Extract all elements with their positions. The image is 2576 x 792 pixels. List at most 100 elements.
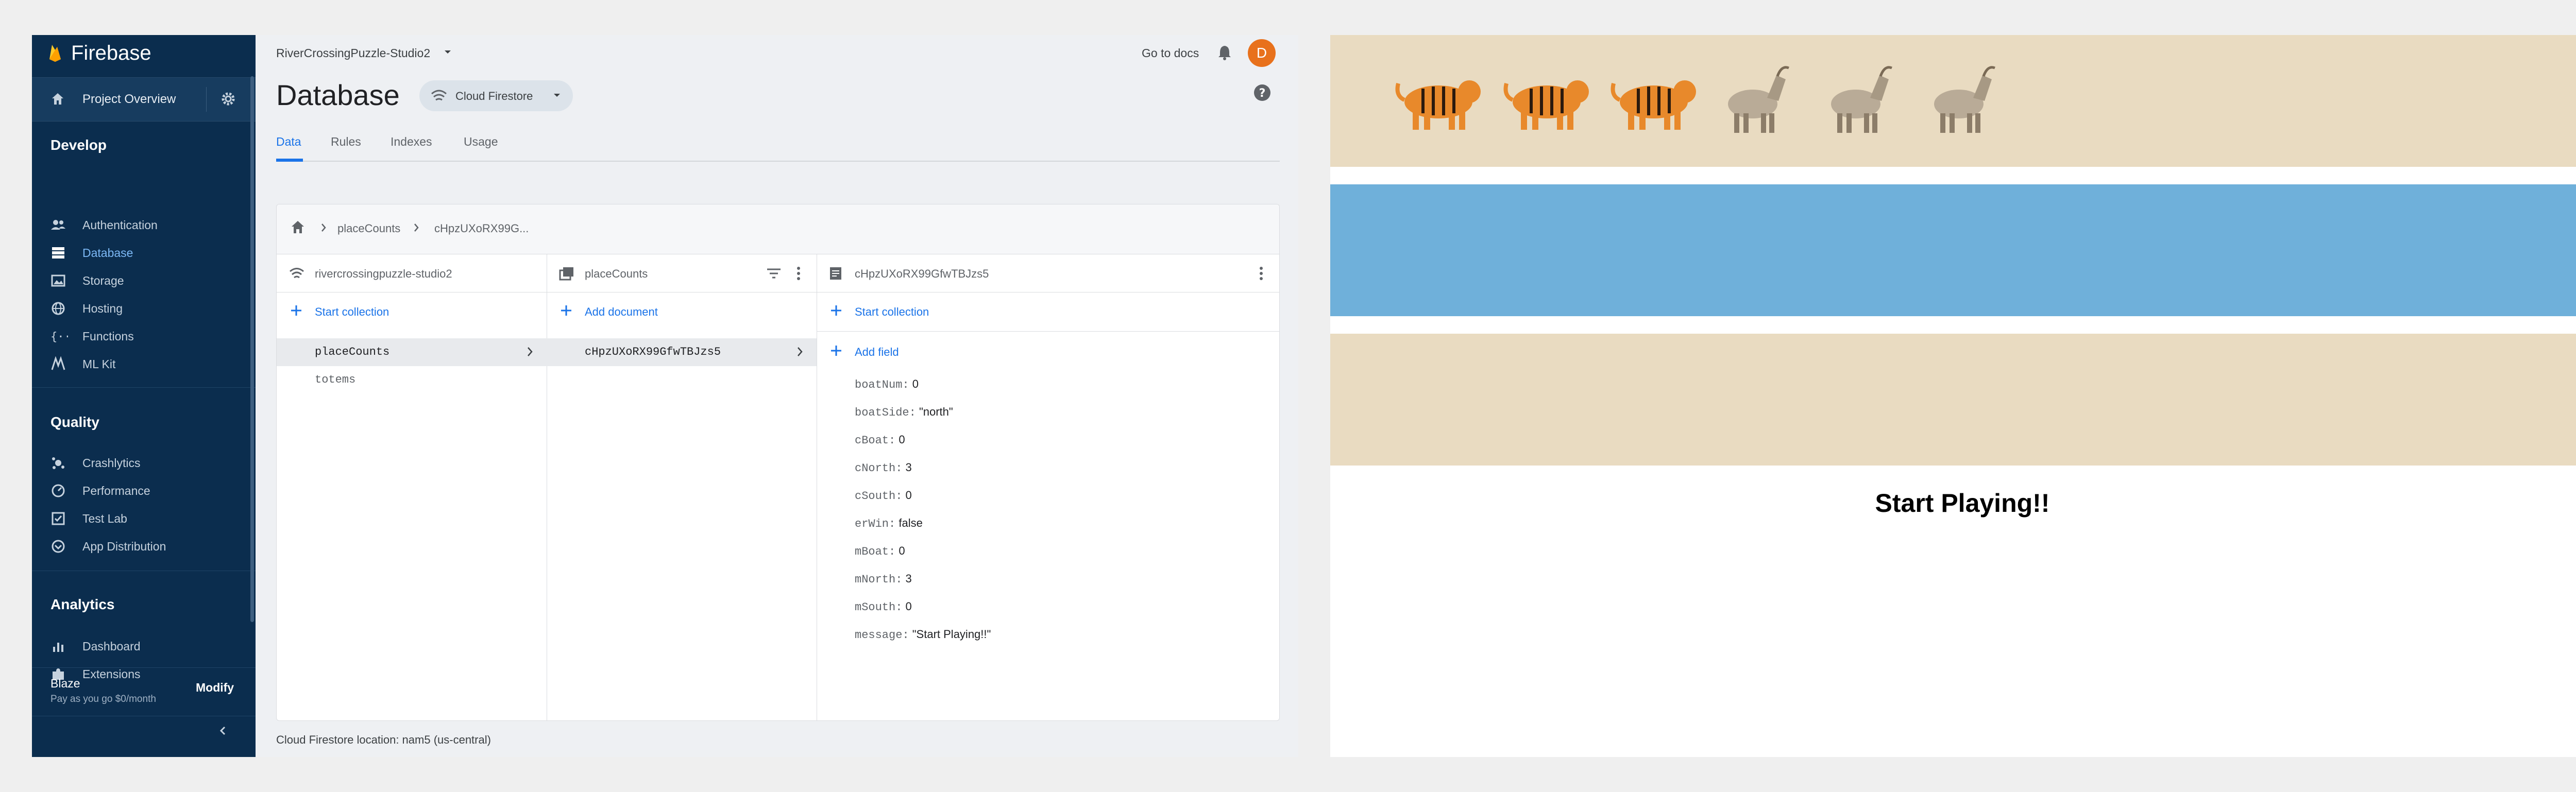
project-overview[interactable]: Project Overview xyxy=(32,77,256,122)
section-analytics: Analytics xyxy=(50,596,115,612)
add-field-button[interactable]: Add field xyxy=(817,332,1279,371)
sidebar-item-crashlytics[interactable]: Crashlytics xyxy=(32,450,256,475)
modify-button[interactable]: Modify xyxy=(196,681,234,695)
document-field[interactable]: cNorth: 3 xyxy=(855,461,912,475)
sidebar-item-test-lab[interactable]: Test Lab xyxy=(32,506,256,530)
chevron-right-icon xyxy=(525,346,534,358)
list-item[interactable]: placeCounts xyxy=(277,338,547,366)
app-distribution-icon xyxy=(50,539,66,554)
bell-icon[interactable] xyxy=(1217,44,1232,61)
breadcrumb: placeCounts cHpzUXoRX99G... xyxy=(277,204,1279,254)
document-field[interactable]: message: "Start Playing!!" xyxy=(855,628,991,642)
start-subcollection-button[interactable]: Start collection xyxy=(817,292,1279,332)
document-field[interactable]: mNorth: 3 xyxy=(855,572,912,586)
add-field-label: Add field xyxy=(855,346,899,358)
tab-rules[interactable]: Rules xyxy=(331,135,361,149)
sidebar-item-functions[interactable]: {··} Functions xyxy=(32,323,256,348)
collection-column-title: placeCounts xyxy=(585,267,648,280)
chevron-left-icon[interactable] xyxy=(217,725,229,736)
plan-name: Blaze xyxy=(50,677,80,690)
svg-text:?: ? xyxy=(1259,87,1266,100)
field-value: 0 xyxy=(899,433,905,446)
add-document-button[interactable]: Add document xyxy=(547,292,817,331)
tiger-icon[interactable] xyxy=(1392,60,1485,140)
field-key: mNorth: xyxy=(855,573,903,586)
tiger-icon[interactable] xyxy=(1500,60,1593,140)
north-bank xyxy=(1330,35,2576,167)
avatar[interactable]: D xyxy=(1248,39,1276,67)
document-field[interactable]: boatSide: "north" xyxy=(855,405,953,419)
field-value: 0 xyxy=(905,489,912,502)
more-vert-icon[interactable] xyxy=(796,266,801,281)
tab-usage[interactable]: Usage xyxy=(464,135,498,149)
field-value: "north" xyxy=(919,405,953,418)
plus-icon xyxy=(559,303,573,318)
breadcrumb-collection[interactable]: placeCounts xyxy=(337,222,400,235)
sidebar-item-label: Crashlytics xyxy=(82,456,141,470)
goat-icon[interactable] xyxy=(1820,60,1897,140)
caret-down-icon[interactable] xyxy=(443,47,452,57)
sidebar-item-database[interactable]: Database xyxy=(32,240,256,265)
sidebar-item-performance[interactable]: Performance xyxy=(32,478,256,503)
breadcrumb-document[interactable]: cHpzUXoRX99G... xyxy=(434,222,529,235)
sidebar-item-label: ML Kit xyxy=(82,357,116,371)
section-develop: Develop xyxy=(50,137,107,153)
field-key: erWin: xyxy=(855,518,896,530)
home-icon[interactable] xyxy=(290,220,306,234)
field-value: 3 xyxy=(905,572,912,585)
list-item[interactable]: totems xyxy=(277,366,547,394)
caret-down-icon xyxy=(552,91,562,100)
document-field[interactable]: erWin: false xyxy=(855,516,923,530)
data-panel: placeCounts cHpzUXoRX99G... rivercrossin… xyxy=(276,204,1280,721)
chevron-right-icon xyxy=(319,222,328,233)
sidebar-item-authentication[interactable]: Authentication xyxy=(32,212,256,237)
tab-indexes[interactable]: Indexes xyxy=(391,135,432,149)
tab-data[interactable]: Data xyxy=(276,135,301,149)
top-bar: RiverCrossingPuzzle-Studio2 Go to docs D xyxy=(256,35,1298,71)
globe-icon xyxy=(50,301,66,316)
project-selector[interactable]: RiverCrossingPuzzle-Studio2 xyxy=(276,46,430,60)
sidebar-item-ml-kit[interactable]: ML Kit xyxy=(32,351,256,376)
field-key: mSouth: xyxy=(855,601,903,614)
speedometer-icon xyxy=(50,483,66,498)
document-field[interactable]: mBoat: 0 xyxy=(855,544,905,558)
sidebar-item-label: Functions xyxy=(82,330,134,343)
sidebar-item-storage[interactable]: Storage xyxy=(32,268,256,292)
sidebar-divider xyxy=(32,667,256,668)
sidebar-item-dashboard[interactable]: Dashboard xyxy=(32,633,256,658)
sidebar-item-hosting[interactable]: Hosting xyxy=(32,296,256,320)
database-icon xyxy=(50,245,66,261)
sidebar-item-app-distribution[interactable]: App Distribution xyxy=(32,533,256,558)
document-field[interactable]: boatNum: 0 xyxy=(855,377,919,391)
filter-icon[interactable] xyxy=(766,267,782,280)
goat-icon[interactable] xyxy=(1717,60,1794,140)
add-document-label: Add document xyxy=(585,305,658,318)
firebase-brand[interactable]: Firebase xyxy=(32,35,256,71)
gear-icon[interactable] xyxy=(221,91,236,107)
field-value: "Start Playing!!" xyxy=(912,628,991,641)
river xyxy=(1330,184,2576,316)
sidebar-scrollbar[interactable] xyxy=(250,76,254,622)
more-vert-icon[interactable] xyxy=(1259,266,1264,281)
field-key: message: xyxy=(855,629,909,642)
document-field[interactable]: cBoat: 0 xyxy=(855,433,905,447)
chevron-right-icon xyxy=(412,222,421,233)
database-type-selector[interactable]: Cloud Firestore xyxy=(419,80,573,111)
field-value: 3 xyxy=(905,461,912,474)
sidebar: Firebase Project Overview Develop Authen… xyxy=(32,35,256,757)
field-value: 0 xyxy=(905,600,912,613)
help-icon[interactable]: ? xyxy=(1253,83,1272,102)
start-collection-button[interactable]: Start collection xyxy=(277,292,547,331)
goat-icon[interactable] xyxy=(1923,60,2000,140)
go-to-docs-link[interactable]: Go to docs xyxy=(1142,46,1199,60)
functions-icon: {··} xyxy=(50,329,68,344)
field-key: cBoat: xyxy=(855,434,896,447)
document-field[interactable]: cSouth: 0 xyxy=(855,489,912,503)
start-playing-text[interactable]: Start Playing!! xyxy=(1330,488,2576,518)
document-field[interactable]: mSouth: 0 xyxy=(855,600,912,614)
document-column: cHpzUXoRX99GfwTBJzs5 Start collection Ad… xyxy=(817,254,1279,720)
tiger-icon[interactable] xyxy=(1607,60,1700,140)
crashlytics-icon xyxy=(50,455,66,471)
list-item[interactable]: cHpzUXoRX99GfwTBJzs5 xyxy=(547,338,817,366)
plus-icon xyxy=(829,303,843,318)
